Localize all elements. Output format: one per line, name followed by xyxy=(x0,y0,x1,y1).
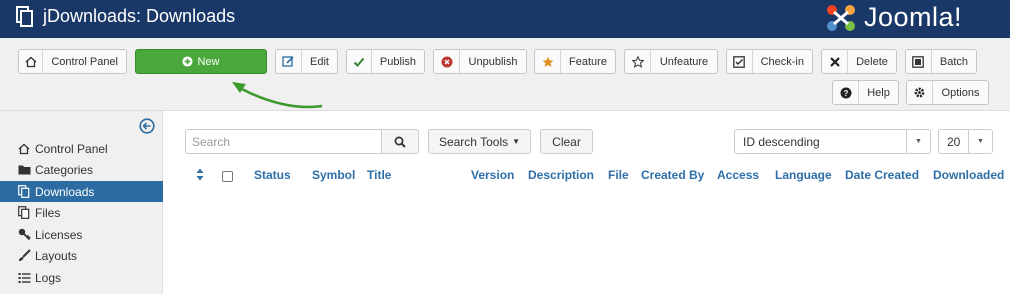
control-panel-button[interactable]: Control Panel xyxy=(18,49,127,74)
edit-icon xyxy=(276,50,302,73)
search-tools-label: Search Tools xyxy=(438,134,509,149)
column-header-file[interactable]: File xyxy=(608,168,629,182)
search-icon xyxy=(394,136,406,148)
brand-name: Joomla! xyxy=(864,2,963,32)
column-header-access[interactable]: Access xyxy=(717,168,759,182)
copy-icon xyxy=(17,185,31,199)
sidebar-item-categories[interactable]: Categories xyxy=(0,159,163,180)
key-icon xyxy=(17,228,31,242)
delete-button[interactable]: Delete xyxy=(821,49,897,74)
star-empty-icon xyxy=(625,50,651,73)
check-in-button[interactable]: Check-in xyxy=(726,49,813,74)
caret-down-icon: ▼ xyxy=(968,130,992,153)
question-icon: ? xyxy=(833,81,859,104)
column-header-created-by[interactable]: Created By xyxy=(641,168,704,182)
sidebar-item-label: Layouts xyxy=(35,248,78,263)
options-label: Options xyxy=(941,86,980,99)
plus-circle-icon xyxy=(182,56,194,67)
new-label: New xyxy=(197,55,220,68)
unpublish-button[interactable]: Unpublish xyxy=(433,49,527,74)
publish-button[interactable]: Publish xyxy=(346,49,425,74)
sidebar-item-logs[interactable]: Logs xyxy=(0,267,163,288)
select-all-checkbox[interactable] xyxy=(222,171,233,182)
joomla-logo[interactable]: Joomla! xyxy=(822,1,992,35)
limit-value: 20 xyxy=(947,135,961,149)
svg-text:?: ? xyxy=(843,89,848,98)
sidebar-item-label: Control Panel xyxy=(35,141,108,156)
ordering-select[interactable]: ID descending ▼ xyxy=(734,129,931,154)
search-input[interactable]: Search xyxy=(185,129,382,154)
annotation-arrow xyxy=(232,82,323,109)
column-header-description[interactable]: Description xyxy=(528,168,594,182)
unpublish-label: Unpublish xyxy=(468,55,518,68)
sidebar-item-licenses[interactable]: Licenses xyxy=(0,224,163,245)
sidebar-item-label: Categories xyxy=(35,162,94,177)
folder-icon xyxy=(17,163,31,177)
column-header-title[interactable]: Title xyxy=(367,168,391,182)
app-header: jDownloads: Downloads Joomla! xyxy=(0,0,1010,38)
batch-label: Batch xyxy=(939,55,968,68)
column-header-downloaded[interactable]: Downloaded xyxy=(933,168,1004,182)
sidebar-item-control-panel[interactable]: Control Panel xyxy=(0,138,163,159)
sort-icon[interactable] xyxy=(196,168,204,181)
list-icon xyxy=(17,271,31,285)
star-filled-icon xyxy=(535,50,561,73)
unfeature-button[interactable]: Unfeature xyxy=(624,49,718,74)
home-icon xyxy=(19,50,44,73)
publish-label: Publish xyxy=(379,55,416,68)
caret-down-icon: ▼ xyxy=(906,130,930,153)
files-icon xyxy=(17,206,31,220)
clear-button[interactable]: Clear xyxy=(540,129,593,154)
edit-button[interactable]: Edit xyxy=(275,49,338,74)
collapse-sidebar-icon[interactable] xyxy=(139,118,155,134)
delete-label: Delete xyxy=(856,55,888,68)
options-button[interactable]: Options xyxy=(906,80,989,105)
help-button[interactable]: ? Help xyxy=(832,80,899,105)
copy-icon xyxy=(16,6,33,27)
search-button[interactable] xyxy=(381,129,419,154)
home-icon xyxy=(17,142,31,156)
sidebar-item-files[interactable]: Files xyxy=(0,202,163,223)
sidebar-item-label: Downloads xyxy=(35,184,95,199)
unpublish-icon xyxy=(434,50,460,73)
column-header-language[interactable]: Language xyxy=(775,168,832,182)
feature-label: Feature xyxy=(569,55,607,68)
sidebar-item-label: Files xyxy=(35,205,61,220)
checkmark-icon xyxy=(347,50,372,73)
gear-icon xyxy=(907,81,933,104)
column-header-date-created[interactable]: Date Created xyxy=(845,168,919,182)
brush-icon xyxy=(17,249,31,263)
new-button-content: New xyxy=(136,50,266,73)
feature-button[interactable]: Feature xyxy=(534,49,616,74)
column-header-status[interactable]: Status xyxy=(254,168,291,182)
limit-select[interactable]: 20 ▼ xyxy=(938,129,993,154)
check-in-label: Check-in xyxy=(760,55,804,68)
joomla-logo-mark xyxy=(827,5,855,31)
sidebar-item-label: Licenses xyxy=(35,227,83,242)
column-header-version[interactable]: Version xyxy=(471,168,514,182)
sidebar-item-label: Logs xyxy=(35,270,62,285)
search-tools-button[interactable]: Search Tools ▼ xyxy=(428,129,531,154)
caret-down-icon: ▼ xyxy=(512,137,521,146)
new-button[interactable]: New xyxy=(135,49,267,74)
help-label: Help xyxy=(867,86,890,99)
edit-label: Edit xyxy=(310,55,329,68)
checkbox-icon xyxy=(727,50,753,73)
sidebar-item-downloads[interactable]: Downloads xyxy=(0,181,163,202)
column-header-symbol[interactable]: Symbol xyxy=(312,168,355,182)
page-title: jDownloads: Downloads xyxy=(43,6,236,26)
ordering-value: ID descending xyxy=(743,135,820,149)
batch-button[interactable]: Batch xyxy=(905,49,977,74)
control-panel-label: Control Panel xyxy=(51,55,118,68)
unfeature-label: Unfeature xyxy=(659,55,709,68)
sidebar-item-layouts[interactable]: Layouts xyxy=(0,245,163,266)
batch-icon xyxy=(906,50,932,73)
x-icon xyxy=(822,50,848,73)
